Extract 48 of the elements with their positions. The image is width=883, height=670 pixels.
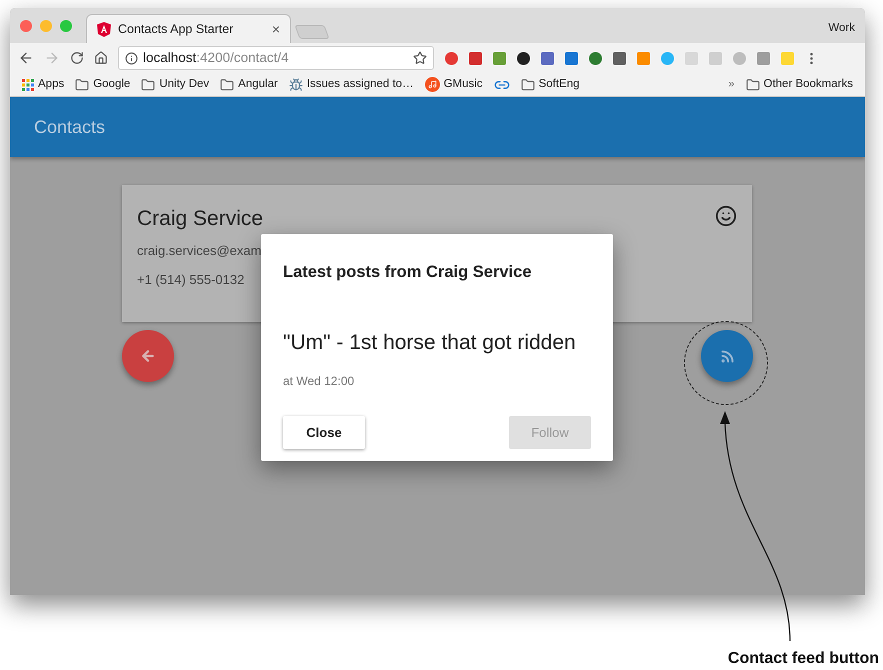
bookmark-link[interactable]: GMusic — [444, 76, 483, 94]
back-icon[interactable] — [18, 50, 34, 66]
close-window-icon[interactable] — [20, 20, 32, 32]
contact-phone: +1 (514) 555-0132 — [137, 271, 244, 289]
app-title: Contacts — [34, 116, 106, 138]
bookmark-link[interactable]: Google — [93, 76, 130, 94]
url-text: localhost:4200/contact/4 — [143, 48, 290, 67]
folder-icon — [746, 78, 760, 92]
bookmark-link[interactable]: SoftEng — [538, 76, 580, 94]
folder-icon — [220, 78, 234, 92]
music-note-icon — [424, 77, 440, 92]
back-button[interactable] — [122, 330, 174, 382]
bookmark-link[interactable]: Apps — [38, 76, 64, 94]
info-icon — [125, 52, 138, 64]
bookmark-link[interactable]: Issues assigned to… — [306, 76, 414, 94]
overflow-chevron[interactable]: » — [728, 76, 735, 93]
maximize-window-icon[interactable] — [60, 20, 72, 32]
dialog-button[interactable]: Close — [283, 416, 365, 450]
apps-grid-icon — [22, 78, 34, 90]
tab-title: Contacts App Starter — [118, 20, 234, 38]
feed-icon — [720, 348, 734, 364]
address-field[interactable]: localhost:4200/contact/4 — [118, 46, 434, 70]
browser-tab[interactable]: Contacts App Starter × — [86, 14, 291, 43]
extension-icon[interactable] — [516, 50, 531, 66]
bug-icon — [288, 78, 303, 92]
home-icon[interactable] — [94, 51, 108, 65]
contact-email: craig.services@exam — [137, 242, 262, 260]
bookmark-link[interactable]: Angular — [238, 76, 278, 94]
contact-name: Craig Service — [137, 206, 264, 232]
post-time: at Wed 12:00 — [283, 373, 356, 390]
smiley-icon — [715, 205, 737, 227]
bookmark-star-icon[interactable] — [413, 51, 427, 65]
forward-icon[interactable] — [44, 50, 60, 66]
folder-icon — [75, 78, 90, 92]
tab-close-button[interactable]: × — [272, 18, 280, 40]
contact-feed-button[interactable] — [701, 330, 753, 382]
folder-icon — [520, 78, 535, 92]
new-tab-button[interactable] — [294, 25, 330, 39]
bookmark-link[interactable]: Other Bookmarks — [764, 76, 853, 94]
reload-icon[interactable] — [70, 51, 84, 65]
post-text: "Um" - 1st horse that got ridden — [283, 330, 577, 356]
folder-icon — [141, 78, 156, 92]
profile-name[interactable]: Work — [828, 20, 855, 38]
shield-logo-icon — [97, 22, 111, 36]
callout-label: Contact feed button — [728, 649, 879, 669]
minimize-window-icon[interactable] — [40, 20, 52, 32]
bookmark-link[interactable]: Unity Dev — [159, 76, 210, 94]
dialog-title: Latest posts from Craig Service — [283, 262, 532, 283]
